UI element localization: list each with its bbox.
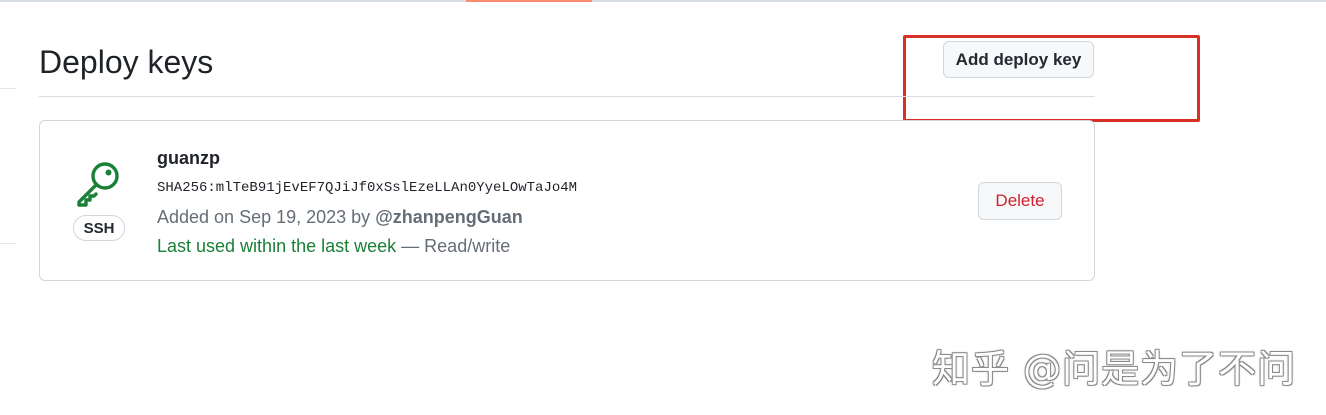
annotation-highlight-box <box>903 35 1200 122</box>
delete-key-button[interactable]: Delete <box>978 182 1062 220</box>
key-access-separator: — <box>401 236 420 256</box>
key-author-link[interactable]: @zhanpengGuan <box>375 207 523 227</box>
key-last-used: Last used within the last week <box>157 236 397 256</box>
key-type-badge: SSH <box>73 215 125 241</box>
key-fingerprint: SHA256:mlTeB91jEvEF7QJiJf0xSslEzeLLAn0Yy… <box>157 180 578 196</box>
deploy-key-item: SSH guanzp SHA256:mlTeB91jEvEF7QJiJf0xSs… <box>39 120 1095 281</box>
key-usage-info: Last used within the last week — Read/wr… <box>157 234 510 258</box>
active-tab-indicator <box>466 0 592 2</box>
top-border <box>0 0 1326 2</box>
key-title: guanzp <box>157 148 220 168</box>
title-divider <box>39 96 1095 97</box>
key-access-level: Read/write <box>424 236 511 256</box>
key-icon <box>74 157 124 207</box>
key-added-date: Added on Sep 19, 2023 by <box>157 207 371 227</box>
page-title: Deploy keys <box>39 44 214 80</box>
watermark: 知乎 @问是为了不问 <box>932 347 1297 391</box>
sidebar-divider <box>0 243 16 244</box>
sidebar-divider <box>0 88 16 89</box>
key-added-info: Added on Sep 19, 2023 by @zhanpengGuan <box>157 205 523 229</box>
